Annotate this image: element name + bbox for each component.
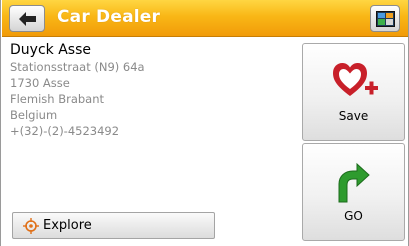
turn-arrow-icon bbox=[338, 162, 370, 203]
title-bar: Car Dealer bbox=[2, 0, 408, 37]
address-postcode-city: 1730 Asse bbox=[10, 76, 70, 90]
place-name: Duyck Asse bbox=[10, 42, 91, 58]
phone-number: +(32)-(2)-4523492 bbox=[10, 124, 120, 138]
map-view-icon bbox=[376, 11, 395, 27]
explore-label: Explore bbox=[43, 218, 92, 233]
address-region: Flemish Brabant bbox=[10, 92, 105, 106]
go-button[interactable]: GO bbox=[302, 143, 405, 241]
map-view-button[interactable] bbox=[370, 5, 400, 32]
address-street: Stationsstraat (N9) 64a bbox=[10, 60, 145, 74]
place-details: Duyck Asse Stationsstraat (N9) 64a 1730 … bbox=[10, 41, 295, 211]
page-title: Car Dealer bbox=[57, 7, 161, 27]
heart-plus-icon bbox=[333, 63, 378, 96]
save-button[interactable]: Save bbox=[302, 43, 405, 141]
back-button[interactable] bbox=[9, 5, 45, 32]
save-label: Save bbox=[338, 109, 369, 123]
back-arrow-icon bbox=[19, 12, 36, 26]
crosshair-target-icon bbox=[23, 218, 39, 234]
go-label: GO bbox=[344, 209, 363, 223]
device-screen: Car Dealer Duyck Asse Stationsstraat (N9… bbox=[0, 0, 409, 246]
explore-button[interactable]: Explore bbox=[12, 212, 215, 239]
address-country: Belgium bbox=[10, 108, 58, 122]
